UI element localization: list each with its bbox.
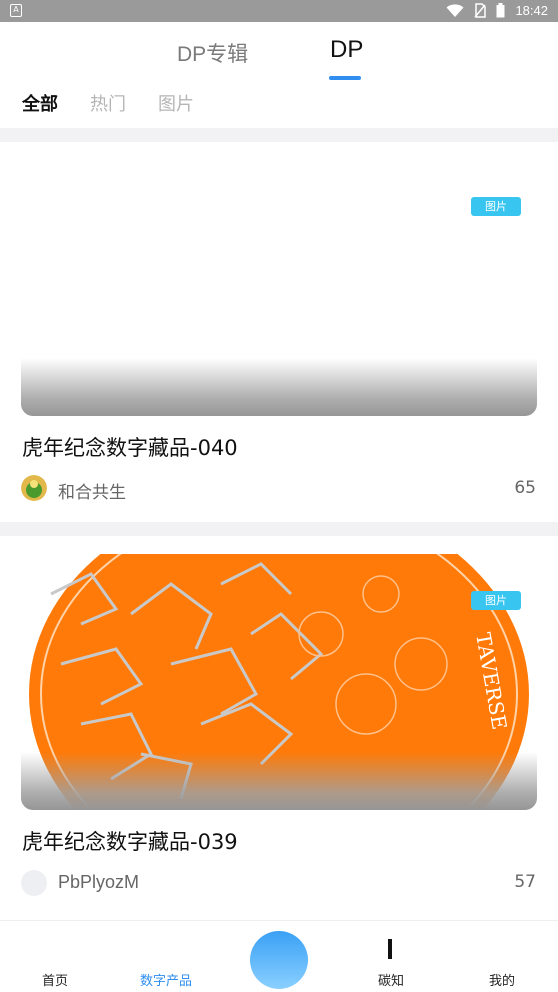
no-sim-icon	[474, 3, 487, 18]
divider	[0, 522, 558, 536]
view-count: 65	[514, 478, 536, 498]
product-card[interactable]: 图片 虎年纪念数字藏品-040 和合共生 65	[0, 142, 558, 522]
type-badge: 图片	[471, 197, 521, 216]
author-avatar	[21, 870, 47, 896]
bottom-navigation: 首页 数字产品 碳知 我的	[0, 920, 558, 992]
clock: 18:42	[515, 3, 548, 18]
product-image[interactable]: TAVERSE 图片	[21, 554, 537, 810]
tab-dp[interactable]: DP	[330, 36, 363, 64]
nav-digital-products[interactable]: 数字产品	[140, 970, 192, 989]
category-tabs: 全部 热门 图片	[22, 90, 194, 116]
nav-mine[interactable]: 我的	[489, 970, 515, 989]
status-bar: A 18:42	[0, 0, 558, 22]
author-name: 和合共生	[58, 483, 126, 503]
author-name: PbPlyozM	[58, 872, 140, 892]
product-title: 虎年纪念数字藏品-040	[22, 436, 238, 460]
product-title: 虎年纪念数字藏品-039	[22, 830, 238, 854]
battery-icon	[496, 3, 505, 18]
category-tab-all[interactable]: 全部	[22, 90, 58, 116]
view-count: 57	[514, 872, 536, 892]
notification-icon: A	[10, 4, 22, 17]
type-badge: 图片	[471, 591, 521, 610]
tab-dp-album[interactable]: DP专辑	[177, 38, 248, 68]
divider	[0, 128, 558, 142]
category-tab-image[interactable]: 图片	[158, 90, 194, 116]
center-action-button[interactable]	[250, 931, 308, 989]
wifi-icon	[446, 3, 464, 17]
nav-tanzhi[interactable]: 碳知	[378, 970, 404, 989]
tanzhi-icon	[388, 939, 392, 959]
top-tabs: DP专辑 DP	[0, 22, 558, 84]
category-tab-hot[interactable]: 热门	[90, 90, 126, 116]
product-image[interactable]: 图片	[21, 160, 537, 416]
nav-home[interactable]: 首页	[42, 970, 68, 989]
author-avatar	[21, 475, 47, 501]
product-card[interactable]: TAVERSE 图片 虎年纪念数字藏品-039 PbPlyozM 57	[0, 536, 558, 920]
active-tab-indicator	[329, 76, 361, 80]
